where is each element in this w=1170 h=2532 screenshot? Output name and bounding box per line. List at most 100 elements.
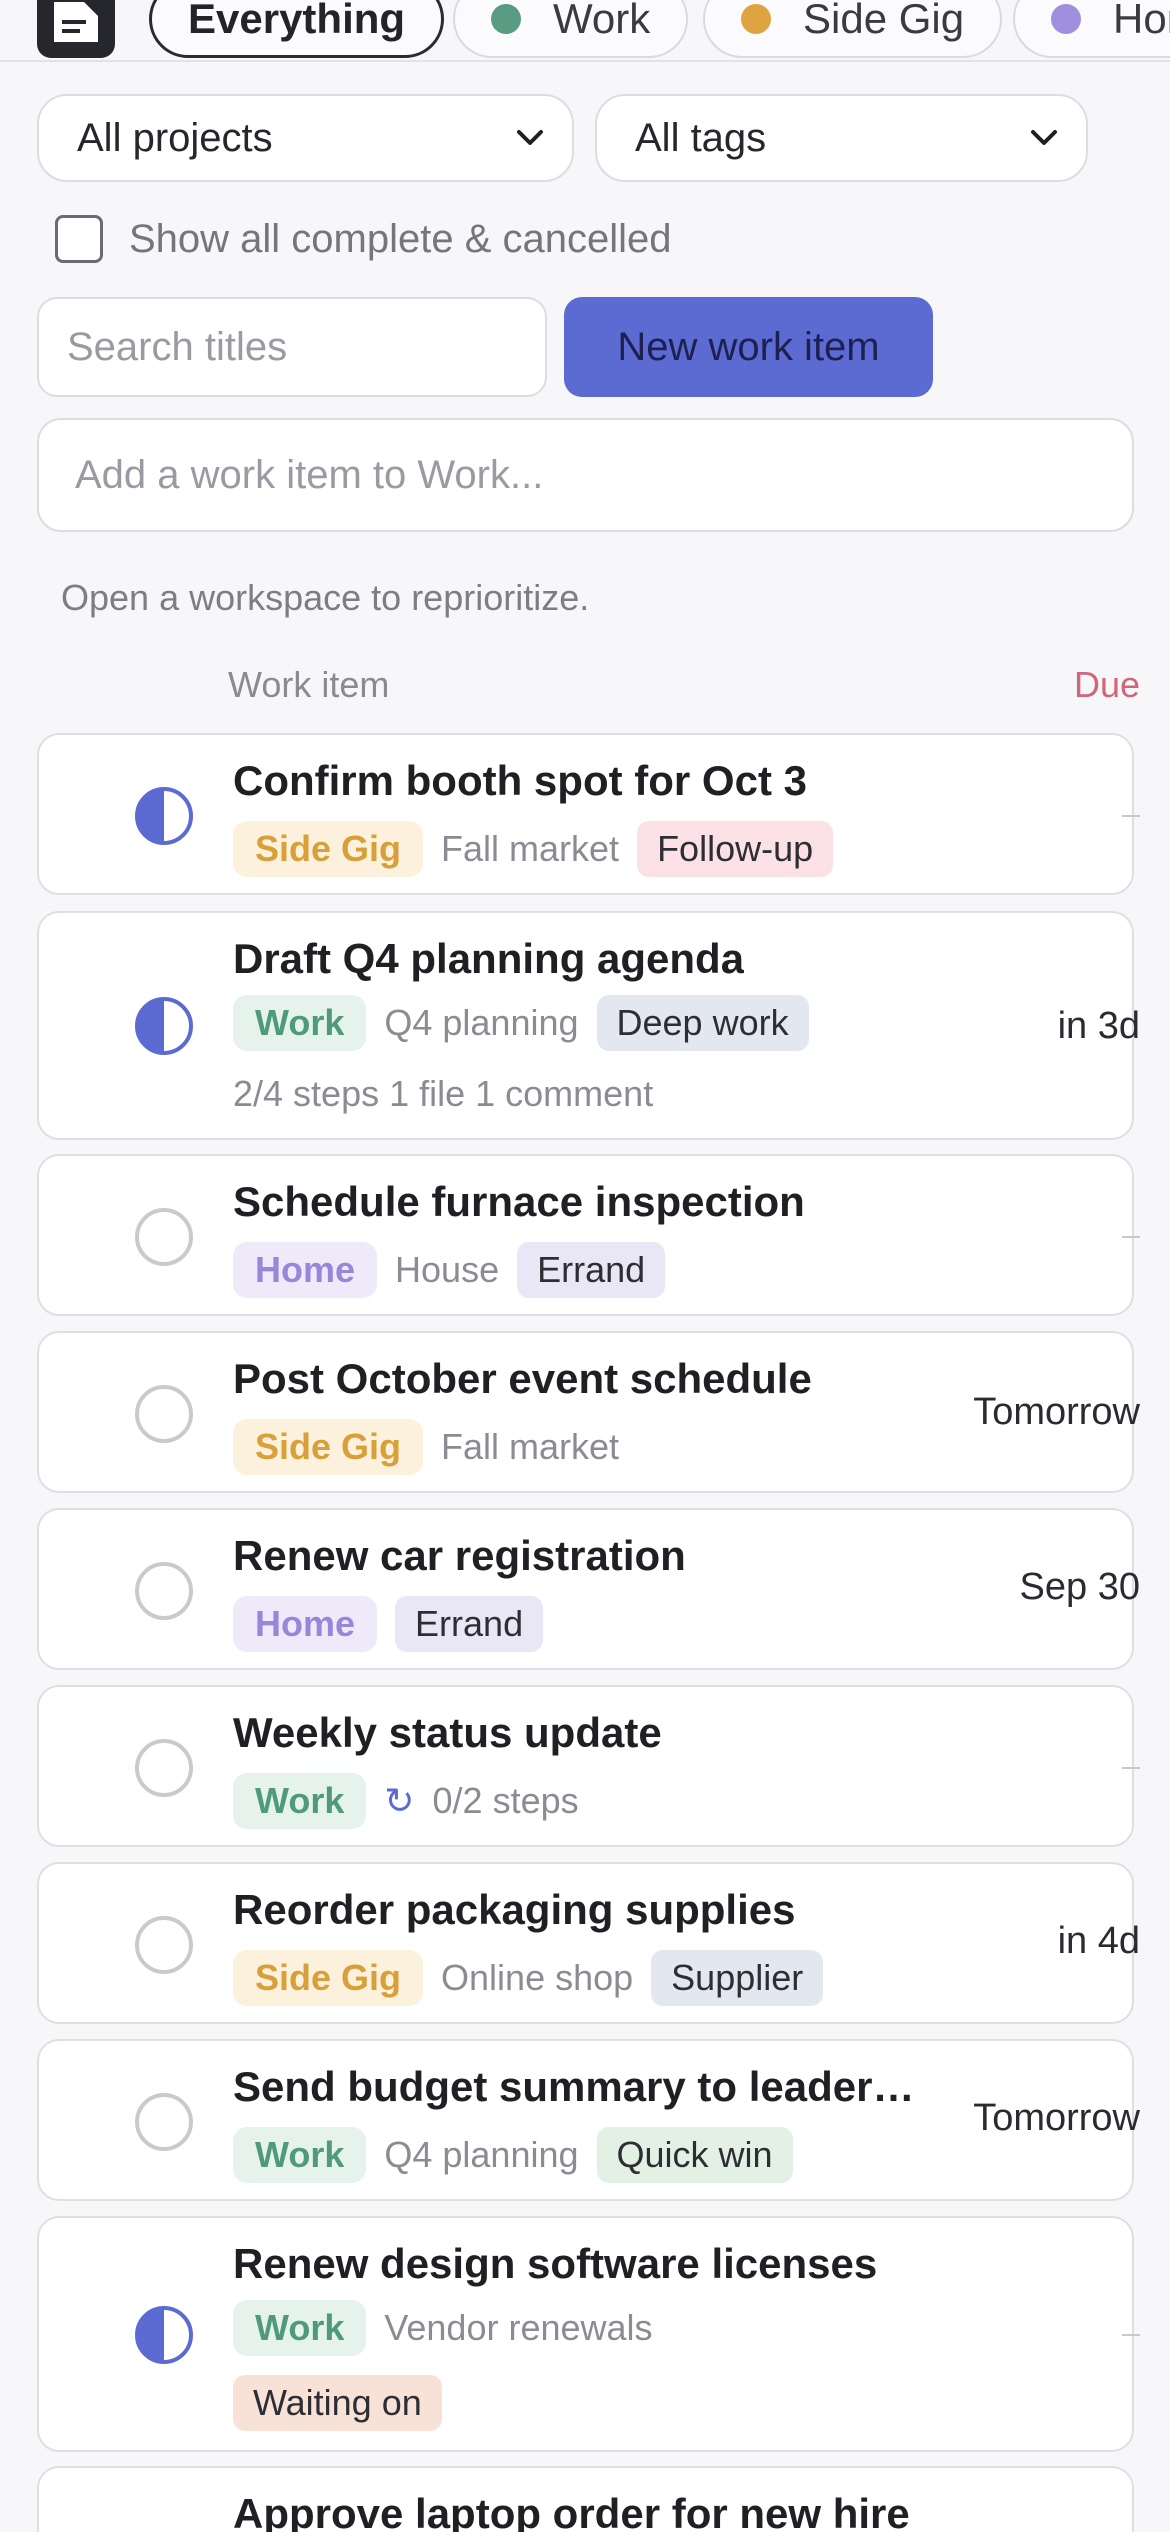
repeat-icon: ↻ <box>384 1780 415 1821</box>
item-title: Confirm booth spot for Oct 3 <box>233 757 807 804</box>
list-item[interactable]: Weekly status update Work ↻ 0/2 steps <box>37 1685 1140 1847</box>
search-input[interactable] <box>37 297 547 397</box>
item-meta: Side Gig Online shop Supplier <box>233 1950 824 2006</box>
status-todo-icon[interactable] <box>135 1385 193 1443</box>
project-badge: Home <box>233 1596 378 1652</box>
subproject-label: Vendor renewals <box>384 2307 653 2348</box>
no-due-dash <box>1122 2334 1140 2336</box>
list-item[interactable]: Post October event schedule Side Gig Fal… <box>37 1331 1140 1493</box>
tag-badge: Follow-up <box>637 821 834 877</box>
status-in-progress-icon[interactable] <box>135 2306 193 2364</box>
project-select-value: All projects <box>77 115 273 160</box>
item-meta: Work ↻ 0/2 steps <box>233 1773 579 1829</box>
chip-label: Side Gig <box>803 0 965 42</box>
subproject-label: Q4 planning <box>384 1002 579 1043</box>
column-header-due[interactable]: Due <box>1074 664 1140 706</box>
item-title: Approve laptop order for new hire <box>233 2490 910 2532</box>
item-title: Renew design software licenses <box>233 2240 878 2287</box>
list-item[interactable]: Schedule furnace inspection Home House E… <box>37 1154 1140 1316</box>
document-icon <box>54 2 98 42</box>
project-badge: Work <box>233 2127 367 2183</box>
steps-label: 0/2 steps <box>432 1780 579 1821</box>
item-meta: Home House Errand <box>233 1242 666 1298</box>
project-select[interactable]: All projects <box>37 94 574 182</box>
list-item[interactable]: Send budget summary to leadership Work Q… <box>37 2039 1140 2201</box>
tag-badge: Supplier <box>651 1950 824 2006</box>
column-header-work-item[interactable]: Work item <box>228 664 389 706</box>
item-meta: Work Q4 planning Deep work <box>233 995 809 1051</box>
subproject-label: Fall market <box>441 828 620 869</box>
status-in-progress-icon[interactable] <box>135 997 193 1055</box>
tag-badge: Waiting on <box>233 2375 442 2431</box>
no-due-dash <box>1122 815 1140 817</box>
chip-everything[interactable]: Everything <box>149 0 445 58</box>
app: Everything Work Side Gig Home All projec… <box>0 0 1170 2532</box>
due-label: Tomorrow <box>973 1391 1140 1433</box>
filter-bar: Everything Work Side Gig Home <box>0 0 1170 62</box>
new-work-item-button[interactable]: New work item <box>564 297 933 397</box>
item-title: Post October event schedule <box>233 1355 812 1402</box>
project-badge: Home <box>233 1242 378 1298</box>
side-gig-dot-icon <box>741 4 771 34</box>
chevron-down-icon <box>1031 130 1057 145</box>
status-in-progress-icon[interactable] <box>135 787 193 845</box>
project-badge: Work <box>233 2300 367 2356</box>
due-label: Tomorrow <box>973 2097 1140 2139</box>
home-dot-icon <box>1051 4 1081 34</box>
status-todo-icon[interactable] <box>135 1562 193 1620</box>
item-meta: Work Q4 planning Quick win <box>233 2127 793 2183</box>
item-title: Draft Q4 planning agenda <box>233 935 745 982</box>
app-logo[interactable] <box>37 0 115 58</box>
item-meta: Home Errand <box>233 1596 544 1652</box>
tag-badge: Quick win <box>596 2127 793 2183</box>
show-complete-toggle[interactable]: Show all complete & cancelled <box>55 215 672 263</box>
due-label: Sep 30 <box>1019 1566 1140 1608</box>
list-item[interactable]: Renew design software licenses Work Vend… <box>37 2216 1140 2452</box>
chip-home[interactable]: Home <box>1013 0 1170 58</box>
item-title: Weekly status update <box>233 1709 662 1756</box>
list-item[interactable]: Renew car registration Home Errand Sep 3… <box>37 1508 1140 1670</box>
tag-badge: Errand <box>517 1242 666 1298</box>
project-badge: Work <box>233 995 367 1051</box>
list-item[interactable]: Confirm booth spot for Oct 3 Side Gig Fa… <box>37 733 1140 895</box>
due-label: in 3d <box>1057 1005 1140 1047</box>
item-meta: Side Gig Fall market <box>233 1419 619 1475</box>
status-todo-icon[interactable] <box>135 1739 193 1797</box>
project-badge: Side Gig <box>233 1950 424 2006</box>
status-todo-icon[interactable] <box>135 1208 193 1266</box>
item-title: Reorder packaging supplies <box>233 1886 796 1933</box>
item-meta: Side Gig Fall market Follow-up <box>233 821 834 877</box>
quick-add-input[interactable] <box>37 418 1134 532</box>
no-due-dash <box>1122 1236 1140 1238</box>
item-progress-summary: 2/4 steps 1 file 1 comment <box>233 1073 654 1114</box>
subproject-label: Online shop <box>441 1957 634 1998</box>
tag-badge: Errand <box>395 1596 544 1652</box>
show-complete-checkbox[interactable] <box>55 215 103 263</box>
list-item[interactable]: Approve laptop order for new hire <box>37 2466 1134 2532</box>
work-dot-icon <box>491 4 521 34</box>
no-due-dash <box>1122 1767 1140 1769</box>
item-title: Schedule furnace inspection <box>233 1178 805 1225</box>
list-item[interactable]: Reorder packaging supplies Side Gig Onli… <box>37 1862 1140 2024</box>
show-complete-label: Show all complete & cancelled <box>129 216 672 261</box>
status-todo-icon[interactable] <box>135 2093 193 2151</box>
project-badge: Side Gig <box>233 821 424 877</box>
chip-side-gig[interactable]: Side Gig <box>703 0 1003 58</box>
reprioritize-hint: Open a workspace to reprioritize. <box>61 577 590 618</box>
chip-label: Home <box>1113 0 1170 42</box>
list-item[interactable]: Draft Q4 planning agenda Work Q4 plannin… <box>37 911 1140 1140</box>
item-title: Renew car registration <box>233 1532 686 1579</box>
chip-label: Work <box>553 0 651 42</box>
project-badge: Work <box>233 1773 367 1829</box>
chip-work[interactable]: Work <box>453 0 689 58</box>
status-todo-icon[interactable] <box>135 1916 193 1974</box>
item-meta: Work Vendor renewals <box>233 2300 653 2356</box>
subproject-label: House <box>395 1249 500 1290</box>
chip-label: Everything <box>188 0 406 42</box>
subproject-label: Fall market <box>441 1426 620 1467</box>
project-badge: Side Gig <box>233 1419 424 1475</box>
tag-select[interactable]: All tags <box>595 94 1088 182</box>
subproject-label: Q4 planning <box>384 2134 579 2175</box>
item-title: Send budget summary to leadership <box>233 2063 923 2110</box>
due-label: in 4d <box>1057 1920 1140 1962</box>
